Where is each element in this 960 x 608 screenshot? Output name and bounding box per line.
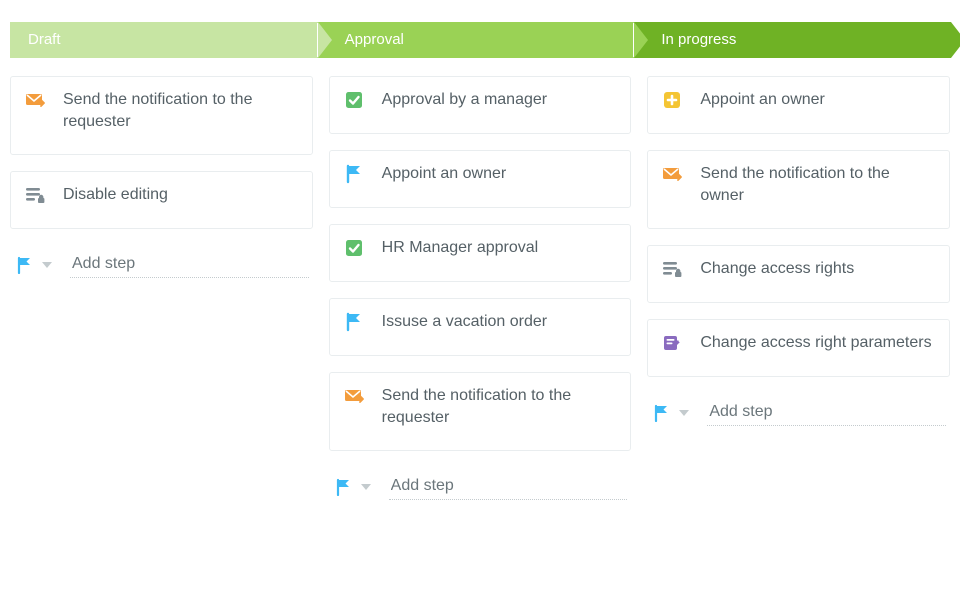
step-label: HR Manager approval <box>382 237 617 259</box>
column-approval: Approval by a manager Appoint an owner H… <box>329 76 632 506</box>
step-card[interactable]: Send the notification to the owner <box>647 150 950 229</box>
chevron-down-icon[interactable] <box>679 410 689 416</box>
stage-draft[interactable]: Draft <box>10 22 318 58</box>
flag-icon <box>344 312 364 332</box>
step-card[interactable]: Send the notification to the requester <box>329 372 632 451</box>
column-draft: Send the notification to the requester D… <box>10 76 313 506</box>
chevron-down-icon[interactable] <box>42 262 52 268</box>
envelope-icon <box>25 90 45 110</box>
lock-list-icon <box>662 259 682 279</box>
lock-list-icon <box>25 185 45 205</box>
add-step-input[interactable] <box>389 473 628 500</box>
columns: Send the notification to the requester D… <box>10 76 950 506</box>
step-label: Issuse a vacation order <box>382 311 617 333</box>
flag-icon <box>344 164 364 184</box>
step-label: Appoint an owner <box>382 163 617 185</box>
step-label: Send the notification to the requester <box>63 89 298 132</box>
flag-icon[interactable] <box>335 478 353 496</box>
add-step-input[interactable] <box>70 251 309 278</box>
step-label: Change access right parameters <box>700 332 935 354</box>
step-card[interactable]: Send the notification to the requester <box>10 76 313 155</box>
add-step-row <box>329 467 632 506</box>
process-board: Draft Approval In progress Send the noti… <box>0 0 960 536</box>
stage-title: Approval <box>345 31 404 48</box>
step-label: Send the notification to the requester <box>382 385 617 428</box>
step-card[interactable]: Change access rights <box>647 245 950 303</box>
step-label: Disable editing <box>63 184 298 206</box>
step-label: Change access rights <box>700 258 935 280</box>
step-label: Approval by a manager <box>382 89 617 111</box>
plus-icon <box>662 90 682 110</box>
step-card[interactable]: Change access right parameters <box>647 319 950 377</box>
edit-icon <box>662 333 682 353</box>
add-step-row <box>10 245 313 284</box>
step-card[interactable]: Appoint an owner <box>329 150 632 208</box>
step-card[interactable]: Issuse a vacation order <box>329 298 632 356</box>
stage-title: In progress <box>661 31 736 48</box>
step-label: Appoint an owner <box>700 89 935 111</box>
step-card[interactable]: Appoint an owner <box>647 76 950 134</box>
add-step-row <box>647 393 950 432</box>
envelope-icon <box>662 164 682 184</box>
stage-bar: Draft Approval In progress <box>10 22 950 58</box>
column-in-progress: Appoint an owner Send the notification t… <box>647 76 950 506</box>
flag-icon[interactable] <box>16 256 34 274</box>
stage-in-progress[interactable]: In progress <box>633 22 951 58</box>
step-card[interactable]: Disable editing <box>10 171 313 229</box>
stage-title: Draft <box>28 31 61 48</box>
envelope-icon <box>344 386 364 406</box>
flag-icon[interactable] <box>653 404 671 422</box>
check-icon <box>344 90 364 110</box>
add-step-input[interactable] <box>707 399 946 426</box>
step-card[interactable]: HR Manager approval <box>329 224 632 282</box>
stage-approval[interactable]: Approval <box>317 22 635 58</box>
chevron-down-icon[interactable] <box>361 484 371 490</box>
step-label: Send the notification to the owner <box>700 163 935 206</box>
check-icon <box>344 238 364 258</box>
step-card[interactable]: Approval by a manager <box>329 76 632 134</box>
